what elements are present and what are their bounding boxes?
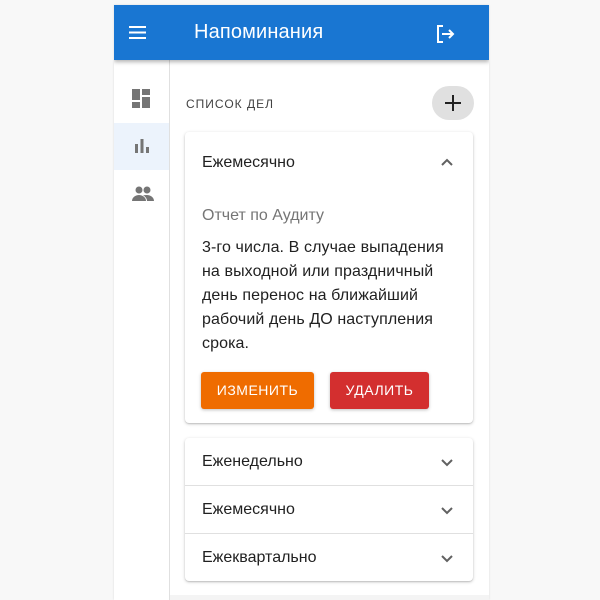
delete-button[interactable]: УДАЛИТЬ <box>330 372 429 409</box>
logout-button[interactable] <box>433 22 457 46</box>
panel-header-monthly-2[interactable]: Ежемесячно <box>185 486 473 534</box>
panel-label: Ежемесячно <box>202 501 295 518</box>
panel-label: Ежемесячно <box>202 154 295 171</box>
panel-header-quarterly[interactable]: Ежеквартально <box>185 534 473 582</box>
add-button[interactable] <box>432 86 474 120</box>
app-bar: Напоминания <box>114 5 489 60</box>
logout-icon <box>437 25 455 43</box>
menu-icon <box>129 26 146 39</box>
sidebar <box>114 60 170 600</box>
chevron-down-icon <box>441 507 453 515</box>
expanded-panel: Ежемесячно Отчет по Аудиту 3-го числа. В… <box>185 132 473 423</box>
collapsed-panels: Еженедельно Ежемесячно Ежеквартально <box>185 438 473 581</box>
people-icon <box>132 186 154 201</box>
reminder-description: 3-го числа. В случае выпадения на выходн… <box>202 239 444 352</box>
main-content: Список дел Ежемесячно Отчет по Аудиту 3-… <box>170 60 489 600</box>
menu-button[interactable] <box>128 23 148 43</box>
app-window: Напоминания СПИСОК ДЕЛ Ежемесячно Отчет … <box>114 5 489 600</box>
panel-header-weekly[interactable]: Еженедельно <box>185 438 473 486</box>
plus-icon <box>445 95 461 111</box>
panel-label: Ежеквартально <box>202 549 317 566</box>
bar-chart-icon <box>135 139 149 153</box>
section-title: Список дел <box>186 97 274 111</box>
dashboard-icon <box>132 89 150 108</box>
sidebar-item-people[interactable] <box>114 171 169 218</box>
edit-button[interactable]: ИЗМЕНИТЬ <box>201 372 314 409</box>
panel-header-monthly[interactable]: Ежемесячно <box>185 139 473 187</box>
content-bottom-edge <box>170 595 489 600</box>
app-title: Напоминания <box>194 21 324 43</box>
chevron-down-icon <box>441 555 453 563</box>
chevron-down-icon <box>441 459 453 467</box>
reminder-title: Отчет по Аудиту <box>202 207 324 224</box>
panel-label: Еженедельно <box>202 453 303 470</box>
sidebar-item-reports[interactable] <box>114 123 169 170</box>
chevron-up-icon <box>441 158 453 166</box>
sidebar-item-dashboard[interactable] <box>114 76 169 123</box>
